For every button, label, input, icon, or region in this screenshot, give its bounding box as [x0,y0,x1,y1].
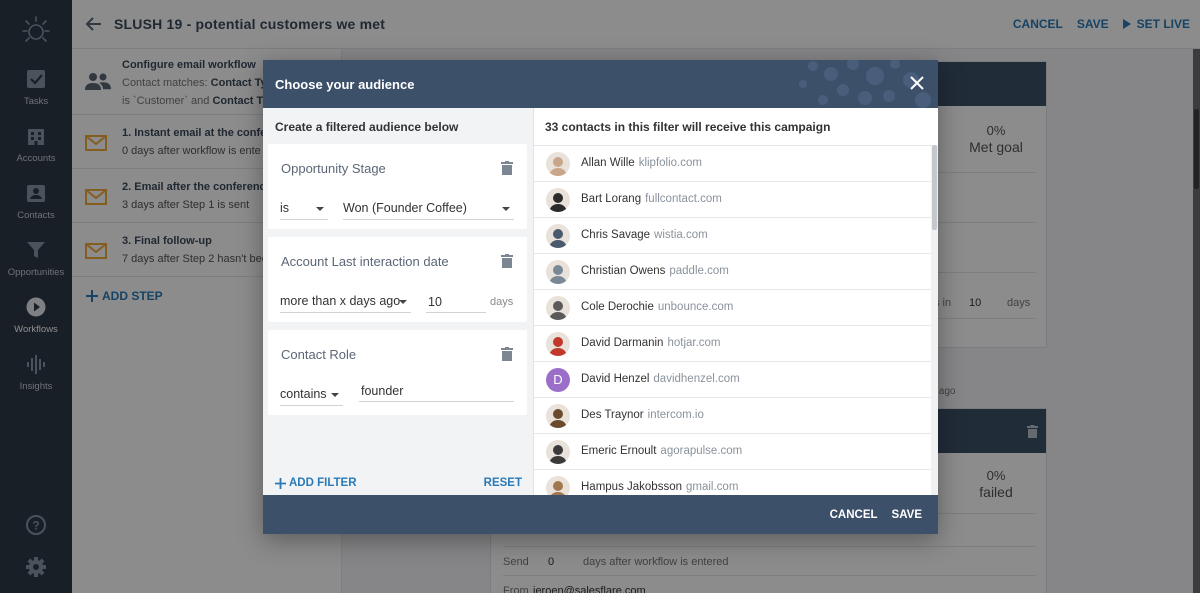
contact-name: Chris Savage wistia.com [581,229,708,241]
choose-audience-modal: Choose your audience Create a filtered a… [263,60,938,534]
contact-domain: unbounce.com [657,301,734,313]
modal-save-button[interactable]: SAVE [892,509,922,521]
contact-domain: intercom.io [647,409,704,421]
contact-row[interactable]: Emeric Ernoult agorapulse.com [534,434,931,470]
avatar [546,404,570,428]
chevron-down-icon [331,393,339,397]
contact-row[interactable]: Allan Wille klipfolio.com [534,146,931,182]
close-icon[interactable] [910,76,924,90]
contact-name: Bart Lorang fullcontact.com [581,193,722,205]
contact-domain: gmail.com [686,481,739,493]
trash-icon[interactable] [501,254,513,268]
avatar [546,296,570,320]
avatar [546,440,570,464]
modal-footer: CANCEL SAVE [263,495,938,534]
operator-select[interactable]: contains [280,384,343,406]
contact-row[interactable]: Chris Savage wistia.com [534,218,931,254]
modal-cancel-button[interactable]: CANCEL [830,509,878,521]
filter-card: Account Last interaction date more than … [268,237,527,322]
contact-name: Allan Wille klipfolio.com [581,157,702,169]
plus-icon [275,477,286,489]
contacts-preview-panel: 33 contacts in this filter will receive … [534,108,938,495]
avatar [546,152,570,176]
role-input[interactable] [359,380,514,402]
filter-field-name: Contact Role [281,347,357,362]
contact-name: Cole Derochie unbounce.com [581,301,734,313]
filter-panel-title: Create a filtered audience below [275,120,459,134]
contacts-scrollbar-thumb[interactable] [932,145,937,230]
contacts-count-title: 33 contacts in this filter will receive … [545,120,831,134]
days-input[interactable] [426,291,486,313]
filter-card: Contact Role contains [268,330,527,415]
avatar [546,332,570,356]
contact-name: David Henzel davidhenzel.com [581,373,740,385]
trash-icon[interactable] [501,347,513,361]
contact-domain: wistia.com [654,229,708,241]
operator-select[interactable]: more than x days ago [280,291,411,313]
operator-select[interactable]: is [280,198,328,220]
contact-row[interactable]: Hampus Jakobsson gmail.com [534,470,931,495]
contact-name: Emeric Ernoult agorapulse.com [581,445,743,457]
modal-title: Choose your audience [275,77,415,92]
contact-row[interactable]: D David Henzel davidhenzel.com [534,362,931,398]
avatar [546,188,570,212]
contact-row[interactable]: David Darmanin hotjar.com [534,326,931,362]
contacts-list: Allan Wille klipfolio.com Bart Lorang fullc… [534,145,931,495]
contact-domain: paddle.com [669,265,729,277]
contact-domain: hotjar.com [667,337,721,349]
contact-domain: fullcontact.com [645,193,722,205]
filter-panel: Create a filtered audience below Opportu… [263,108,534,495]
contact-row[interactable]: Des Traynor intercom.io [534,398,931,434]
contact-name: David Darmanin hotjar.com [581,337,721,349]
add-filter-label: ADD FILTER [289,477,357,489]
modal-actions: CANCEL SAVE [830,509,922,521]
add-filter-button[interactable]: ADD FILTER [275,477,357,489]
reset-button[interactable]: RESET [484,477,522,489]
filter-card: Opportunity Stage is Won (Founder Coffee… [268,144,527,229]
days-unit: days [490,296,514,308]
chevron-down-icon [316,207,324,211]
avatar [546,224,570,248]
contact-row[interactable]: Bart Lorang fullcontact.com [534,182,931,218]
contact-domain: davidhenzel.com [653,373,740,385]
contact-name: Hampus Jakobsson gmail.com [581,481,739,493]
contacts-scrollbar[interactable] [931,145,938,495]
avatar [546,260,570,284]
contact-domain: klipfolio.com [638,157,702,169]
chevron-down-icon [399,300,407,304]
value-select[interactable]: Won (Founder Coffee) [343,198,514,220]
contact-row[interactable]: Christian Owens paddle.com [534,254,931,290]
contact-row[interactable]: Cole Derochie unbounce.com [534,290,931,326]
chevron-down-icon [502,207,510,211]
trash-icon[interactable] [501,161,513,175]
contact-name: Christian Owens paddle.com [581,265,729,277]
modal-header: Choose your audience [263,60,938,108]
contact-domain: agorapulse.com [660,445,743,457]
contact-name: Des Traynor intercom.io [581,409,704,421]
filter-field-name: Opportunity Stage [281,161,386,176]
avatar [546,476,570,495]
avatar: D [546,368,570,392]
filter-field-name: Account Last interaction date [281,254,449,269]
